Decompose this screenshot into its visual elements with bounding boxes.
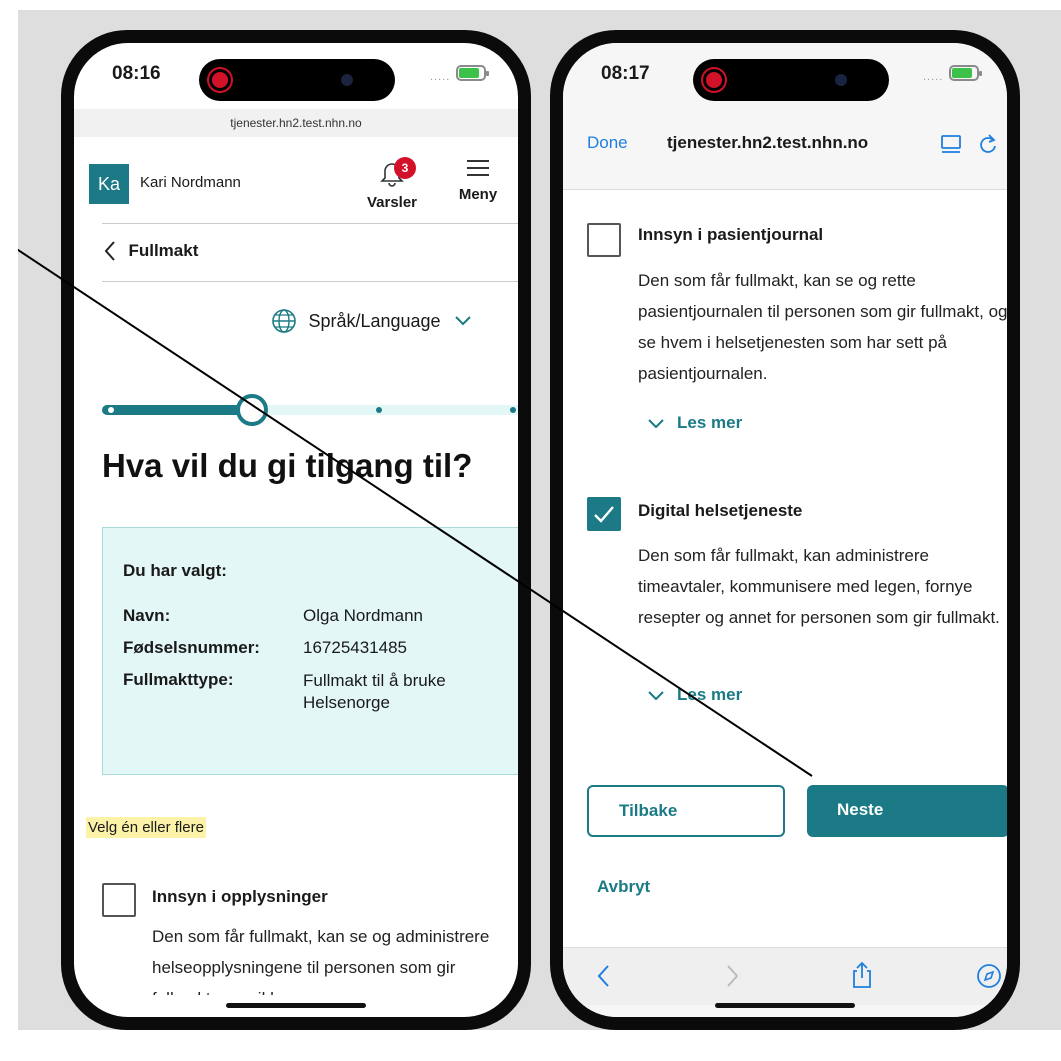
user-name[interactable]: Kari Nordmann (140, 174, 241, 191)
done-button[interactable]: Done (587, 133, 628, 153)
dynamic-island (199, 59, 395, 101)
option-title: Innsyn i opplysninger (152, 887, 328, 906)
notifications-button[interactable]: 3 Varsler (357, 151, 427, 213)
progress-stepper (102, 393, 518, 427)
left-phone-screen: 08:16 ..... tjenester.hn2.test.nhn.no Ka… (74, 43, 518, 1017)
chevron-left-icon[interactable] (595, 963, 613, 989)
left-phone: 08:16 ..... tjenester.hn2.test.nhn.no Ka… (61, 30, 531, 1030)
recording-icon (703, 69, 725, 91)
notification-badge: 3 (394, 157, 416, 179)
summary-label: Fullmakttype: (123, 670, 234, 689)
option-checkbox[interactable] (587, 223, 621, 257)
status-bar: 08:16 ..... (74, 43, 518, 101)
progress-step-1 (108, 407, 114, 413)
chevron-down-icon (455, 316, 471, 326)
language-selector[interactable]: Språk/Language (270, 307, 514, 339)
status-time: 08:16 (112, 63, 161, 84)
read-more-label: Les mer (677, 685, 743, 704)
signal-icon: ..... (430, 71, 451, 83)
summary-value: 16725431485 (303, 638, 408, 657)
option-description: Den som får fullmakt, kan administrere t… (638, 546, 1000, 627)
compass-icon[interactable] (975, 962, 1003, 990)
screenshot-background: 08:16 ..... tjenester.hn2.test.nhn.no Ka… (18, 10, 1061, 1030)
summary-value: Olga Nordmann (303, 606, 424, 625)
url-bar[interactable]: tjenester.hn2.test.nhn.no (74, 109, 518, 137)
dynamic-island (693, 59, 889, 101)
camera-icon (835, 74, 847, 86)
hamburger-icon (467, 160, 489, 176)
progress-step-4 (510, 407, 516, 413)
read-more-link[interactable]: Les mer (647, 685, 742, 705)
option-title: Digital helsetjeneste (638, 501, 803, 520)
divider (102, 281, 518, 282)
home-indicator (715, 1003, 855, 1008)
chevron-right-icon[interactable] (723, 963, 741, 989)
option-title: Innsyn i pasientjournal (638, 225, 824, 244)
read-more-label: Les mer (677, 413, 743, 432)
summary-box: Du har valgt: Navn: Olga Nordmann Fødsel… (102, 527, 518, 775)
notifications-label: Varsler (366, 194, 418, 211)
menu-button[interactable]: Meny (448, 157, 508, 215)
chevron-left-icon (104, 241, 115, 261)
next-button[interactable]: Neste (807, 785, 1007, 837)
cancel-link[interactable]: Avbryt (597, 877, 650, 897)
camera-icon (341, 74, 353, 86)
globe-icon (272, 309, 296, 333)
reader-icon[interactable] (939, 133, 963, 155)
back-link[interactable]: Fullmakt (102, 239, 198, 269)
avatar[interactable]: Ka (89, 164, 129, 204)
home-indicator (226, 1003, 366, 1008)
next-button-label: Neste (837, 800, 884, 819)
divider (102, 223, 518, 224)
language-label: Språk/Language (308, 310, 441, 331)
signal-icon: ..... (923, 71, 944, 83)
selection-hint: Velg én eller flere (86, 817, 206, 838)
chevron-down-icon (648, 418, 664, 428)
option-checkbox-checked[interactable] (587, 497, 621, 531)
reload-icon[interactable] (977, 132, 999, 156)
battery-icon (456, 65, 489, 81)
summary-label: Navn: (123, 606, 171, 625)
right-phone: 08:17 ..... Done tjenester.hn2.test.nhn.… (550, 30, 1020, 1030)
menu-label: Meny (458, 186, 498, 203)
page-title: Hva vil du gi tilgang til? (102, 447, 473, 484)
battery-icon (949, 65, 982, 81)
option-description: Den som får fullmakt, kan se og rette pa… (638, 271, 1007, 383)
progress-step-3 (376, 407, 382, 413)
read-more-link[interactable]: Les mer (647, 413, 742, 433)
summary-title: Du har valgt: (123, 561, 227, 580)
option-checkbox[interactable] (102, 883, 136, 917)
share-icon[interactable] (849, 960, 875, 990)
chevron-down-icon (648, 690, 664, 700)
safari-url[interactable]: tjenester.hn2.test.nhn.no (667, 133, 868, 153)
summary-label: Fødselsnummer: (123, 638, 260, 657)
back-button[interactable]: Tilbake (587, 785, 785, 837)
app-header: Ka Kari Nordmann 3 Varsler Meny (74, 137, 518, 223)
right-phone-screen: 08:17 ..... Done tjenester.hn2.test.nhn.… (563, 43, 1007, 1017)
avatar-initials: Ka (97, 174, 121, 194)
option-description: Den som får fullmakt, kan se og administ… (152, 927, 490, 995)
progress-fill (102, 405, 250, 415)
progress-step-current (236, 394, 268, 426)
back-link-label: Fullmakt (128, 241, 199, 260)
status-time: 08:17 (601, 63, 650, 84)
recording-icon (209, 69, 231, 91)
back-button-label: Tilbake (619, 801, 678, 820)
safari-toolbar (563, 947, 1007, 1005)
summary-value: Fullmakt til å bruke Helsenorge (303, 671, 446, 712)
status-bar: 08:17 ..... (563, 43, 1007, 101)
checkmark-icon (594, 506, 614, 523)
